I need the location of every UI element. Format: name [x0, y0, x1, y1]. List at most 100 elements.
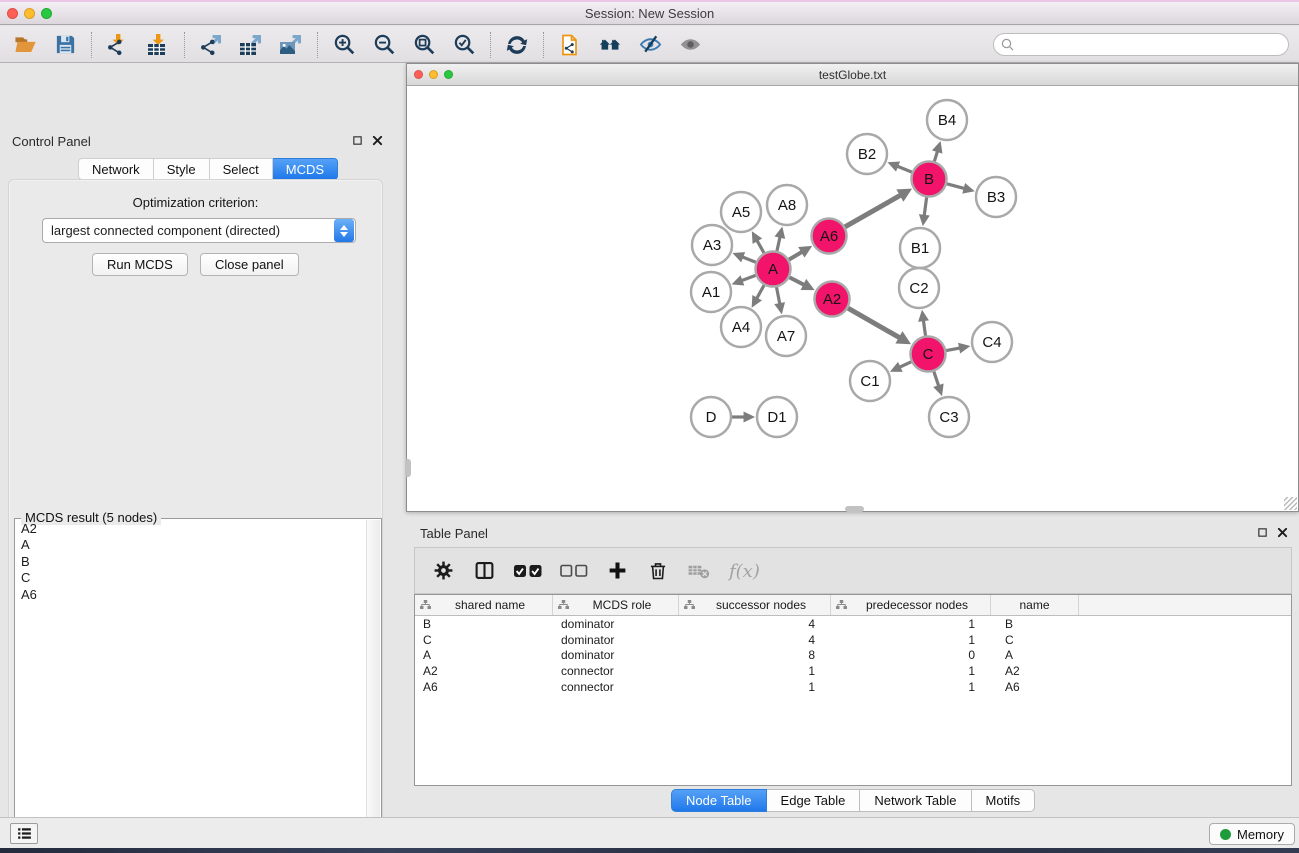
edge-B-B1[interactable] [924, 197, 927, 216]
zoom-out-button[interactable] [367, 29, 401, 61]
graph-node-B3[interactable]: B3 [976, 177, 1016, 217]
export-table-button[interactable] [234, 29, 268, 61]
split-columns-button[interactable] [472, 555, 496, 587]
edge-C-C4[interactable] [946, 348, 961, 351]
delete-column-button[interactable] [646, 555, 670, 587]
hide-selected-button[interactable] [633, 29, 667, 61]
edge-B-B2[interactable] [896, 166, 912, 172]
table-row[interactable]: A6connector11A6 [415, 679, 1291, 695]
edge-A-A3[interactable] [741, 257, 755, 263]
zoom-selected-button[interactable] [447, 29, 481, 61]
edge-A-A4[interactable] [756, 285, 764, 299]
horizontal-scrollbar-thumb[interactable] [845, 506, 864, 512]
network-window-titlebar[interactable]: testGlobe.txt [407, 64, 1298, 86]
zoom-in-button[interactable] [327, 29, 361, 61]
run-mcds-button[interactable]: Run MCDS [92, 253, 188, 276]
edge-A-A6[interactable] [789, 251, 803, 259]
graph-node-B4[interactable]: B4 [927, 100, 967, 140]
column-header-successor-nodes[interactable]: successor nodes [679, 595, 831, 615]
tab-network-table[interactable]: Network Table [860, 789, 971, 812]
edge-A-A8[interactable] [777, 236, 780, 251]
edge-A6-B[interactable] [845, 195, 902, 227]
zoom-fit-button[interactable] [407, 29, 441, 61]
column-header-predecessor-nodes[interactable]: predecessor nodes [831, 595, 991, 615]
graph-node-C3[interactable]: C3 [929, 397, 969, 437]
column-header-shared-name[interactable]: shared name [415, 595, 553, 615]
export-image-button[interactable] [274, 29, 308, 61]
graph-node-C1[interactable]: C1 [850, 361, 890, 401]
resize-grip[interactable] [1284, 497, 1297, 510]
graph-node-A3[interactable]: A3 [692, 225, 732, 265]
column-header-MCDS-role[interactable]: MCDS role [553, 595, 679, 615]
refresh-network-button[interactable] [500, 29, 534, 61]
close-table-panel-icon[interactable] [1277, 527, 1288, 538]
show-all-button[interactable] [673, 29, 707, 61]
graph-node-C2[interactable]: C2 [899, 268, 939, 308]
mcds-result-list[interactable]: A2ABCA6 [21, 521, 365, 853]
deselect-all-checks-button[interactable] [560, 555, 588, 587]
search-input[interactable] [1017, 36, 1288, 54]
add-column-button[interactable] [605, 555, 629, 587]
graph-node-A6[interactable]: A6 [812, 219, 847, 254]
table-row[interactable]: Adominator80A [415, 648, 1291, 664]
vertical-scrollbar-thumb[interactable] [405, 459, 411, 477]
tab-edge-table[interactable]: Edge Table [767, 789, 861, 812]
graph-node-A1[interactable]: A1 [691, 272, 731, 312]
tab-motifs[interactable]: Motifs [972, 789, 1036, 812]
table-row[interactable]: A2connector11A2 [415, 663, 1291, 679]
result-item[interactable]: C [21, 570, 365, 586]
graph-node-A2[interactable]: A2 [815, 282, 850, 317]
select-all-checks-button[interactable] [513, 555, 543, 587]
tab-network[interactable]: Network [78, 158, 154, 180]
result-item[interactable]: A2 [21, 521, 365, 537]
tab-mcds[interactable]: MCDS [273, 158, 338, 180]
edge-C-C3[interactable] [934, 372, 939, 388]
close-panel-icon[interactable] [372, 135, 383, 146]
result-item[interactable]: A6 [21, 587, 365, 603]
save-session-button[interactable] [48, 29, 82, 61]
optimization-criterion-select[interactable]: largest connected component (directed) [42, 218, 356, 243]
result-scrollbar[interactable] [366, 520, 380, 853]
graph-node-B1[interactable]: B1 [900, 228, 940, 268]
graph-node-D[interactable]: D [691, 397, 731, 437]
table-options-button[interactable] [431, 555, 455, 587]
result-item[interactable]: B [21, 554, 365, 570]
graph-node-A4[interactable]: A4 [721, 307, 761, 347]
edge-A-A5[interactable] [756, 239, 764, 252]
graph-node-C[interactable]: C [911, 337, 946, 372]
search-field[interactable] [993, 33, 1289, 56]
graph-node-A8[interactable]: A8 [767, 185, 807, 225]
first-neighbors-button[interactable] [593, 29, 627, 61]
edge-A2-C[interactable] [848, 308, 901, 338]
close-panel-button[interactable]: Close panel [200, 253, 299, 276]
memory-button[interactable]: Memory [1209, 823, 1295, 845]
network-canvas[interactable]: A A1 A2 A3 A4 A5 A6 A7 A8 B B1 B2 B3B4 C C1 C2 C3C4 D D1 [407, 86, 1298, 511]
edge-C-C2[interactable] [923, 319, 925, 335]
show-panels-button[interactable] [10, 823, 38, 844]
graph-node-C4[interactable]: C4 [972, 322, 1012, 362]
edge-A-A7[interactable] [777, 287, 780, 305]
result-item[interactable]: A [21, 537, 365, 553]
graph-node-A5[interactable]: A5 [721, 192, 761, 232]
edge-C-C1[interactable] [899, 362, 912, 368]
import-network-from-file-button[interactable] [101, 29, 135, 61]
import-table-from-file-button[interactable] [141, 29, 175, 61]
graph-node-D1[interactable]: D1 [757, 397, 797, 437]
column-header-name[interactable]: name [991, 595, 1079, 615]
edge-A-A1[interactable] [741, 275, 756, 281]
float-table-panel-icon[interactable] [1257, 527, 1268, 538]
tab-style[interactable]: Style [154, 158, 210, 180]
graph-node-A[interactable]: A [756, 252, 791, 287]
tab-select[interactable]: Select [210, 158, 273, 180]
graph-node-A7[interactable]: A7 [766, 316, 806, 356]
new-network-from-selection-button[interactable] [553, 29, 587, 61]
table-row[interactable]: Bdominator41B [415, 616, 1291, 632]
graph-node-B2[interactable]: B2 [847, 134, 887, 174]
tab-node-table[interactable]: Node Table [671, 789, 767, 812]
graph-node-B[interactable]: B [912, 162, 947, 197]
edge-B-B3[interactable] [947, 184, 966, 189]
edge-A-A2[interactable] [789, 277, 805, 285]
export-network-button[interactable] [194, 29, 228, 61]
table-row[interactable]: Cdominator41C [415, 632, 1291, 648]
float-panel-icon[interactable] [352, 135, 363, 146]
